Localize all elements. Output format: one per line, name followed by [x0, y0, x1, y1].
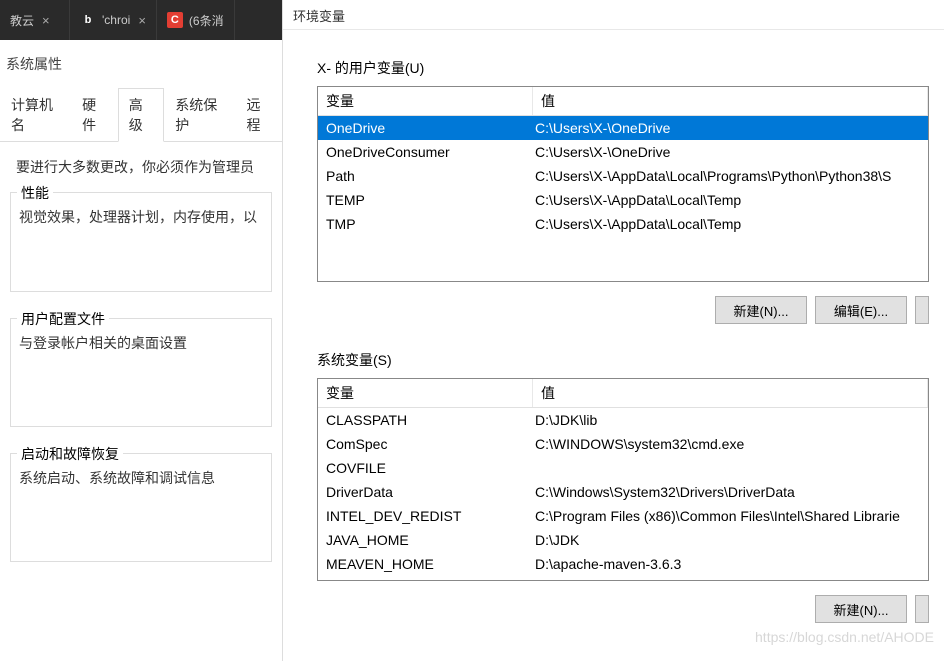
var-value: C:\Users\X-\AppData\Local\Temp	[533, 188, 928, 212]
system-vars-buttons: 新建(N)...	[317, 595, 929, 623]
group-startup-recovery: 启动和故障恢复 系统启动、系统故障和调试信息	[10, 453, 272, 562]
var-value: C:\WINDOWS\system32\cmd.exe	[533, 432, 928, 456]
var-value: D:\JDK\lib	[533, 408, 928, 432]
var-value: D:\apache-maven-3.6.3	[533, 552, 928, 576]
group-text: 系统启动、系统故障和调试信息	[19, 466, 263, 491]
var-name: COVFILE	[318, 456, 533, 480]
var-name: Path	[318, 164, 533, 188]
browser-tab[interactable]: b 'chroi ×	[70, 0, 157, 40]
tabs-row: 计算机名 硬件 高级 系统保护 远程	[0, 88, 282, 142]
admin-desc: 要进行大多数更改，你必须作为管理员	[16, 156, 272, 178]
edit-button[interactable]	[915, 595, 929, 623]
group-title: 启动和故障恢复	[17, 444, 123, 464]
list-header: 变量 值	[318, 379, 928, 408]
system-properties-dialog: 系统属性 计算机名 硬件 高级 系统保护 远程 要进行大多数更改，你必须作为管理…	[0, 40, 282, 661]
tab-system-protection[interactable]: 系统保护	[164, 88, 235, 142]
tab-content: 要进行大多数更改，你必须作为管理员 性能 视觉效果，处理器计划，内存使用，以 用…	[0, 142, 282, 598]
delete-button[interactable]	[915, 296, 929, 324]
list-item[interactable]: TMPC:\Users\X-\AppData\Local\Temp	[318, 212, 928, 236]
dialog-title: 环境变量	[283, 0, 944, 30]
list-item[interactable]: OneDriveC:\Users\X-\OneDrive	[318, 116, 928, 140]
close-icon[interactable]: ×	[138, 13, 146, 28]
tab-title: (6条消	[189, 12, 224, 29]
tab-title: 'chroi	[102, 13, 130, 27]
user-vars-buttons: 新建(N)... 编辑(E)...	[317, 296, 929, 324]
list-item[interactable]: CLASSPATHD:\JDK\lib	[318, 408, 928, 432]
list-item[interactable]: PathC:\Users\X-\AppData\Local\Programs\P…	[318, 164, 928, 188]
browser-tab[interactable]: C (6条消	[157, 0, 235, 40]
var-value: C:\Users\X-\AppData\Local\Programs\Pytho…	[533, 164, 928, 188]
column-header-name[interactable]: 变量	[318, 87, 533, 115]
list-item[interactable]: OneDriveConsumerC:\Users\X-\OneDrive	[318, 140, 928, 164]
group-text: 视觉效果，处理器计划，内存使用，以	[19, 205, 263, 230]
var-name: CLASSPATH	[318, 408, 533, 432]
list-item[interactable]: TEMPC:\Users\X-\AppData\Local\Temp	[318, 188, 928, 212]
new-button[interactable]: 新建(N)...	[815, 595, 907, 623]
var-name: MEAVEN_HOME	[318, 552, 533, 576]
group-user-profile: 用户配置文件 与登录帐户相关的桌面设置	[10, 318, 272, 427]
tab-hardware[interactable]: 硬件	[71, 88, 118, 142]
new-button[interactable]: 新建(N)...	[715, 296, 807, 324]
group-title: 性能	[17, 183, 53, 203]
group-title: 用户配置文件	[17, 309, 109, 329]
var-name: ComSpec	[318, 432, 533, 456]
var-value: -Xms128m -Xmx512m	[533, 576, 928, 581]
group-text: 与登录帐户相关的桌面设置	[19, 331, 263, 356]
csdn-icon: C	[167, 12, 183, 28]
browser-tab[interactable]: 教云 ×	[0, 0, 70, 40]
list-item[interactable]: JAVA_HOMED:\JDK	[318, 528, 928, 552]
var-name: OneDriveConsumer	[318, 140, 533, 164]
var-name: MEAVEN_OPTS	[318, 576, 533, 581]
system-vars-label: 系统变量(S)	[317, 350, 944, 370]
tab-title: 教云	[10, 12, 34, 29]
var-value: C:\Windows\System32\Drivers\DriverData	[533, 480, 928, 504]
tab-remote[interactable]: 远程	[235, 88, 282, 142]
list-item[interactable]: DriverDataC:\Windows\System32\Drivers\Dr…	[318, 480, 928, 504]
var-value: C:\Users\X-\AppData\Local\Temp	[533, 212, 928, 236]
var-name: DriverData	[318, 480, 533, 504]
edit-button[interactable]: 编辑(E)...	[815, 296, 907, 324]
var-name: TEMP	[318, 188, 533, 212]
list-item[interactable]: MEAVEN_OPTS-Xms128m -Xmx512m	[318, 576, 928, 581]
bing-icon: b	[80, 12, 96, 28]
var-value: D:\JDK	[533, 528, 928, 552]
var-name: OneDrive	[318, 116, 533, 140]
var-value: C:\Users\X-\OneDrive	[533, 116, 928, 140]
dialog-title: 系统属性	[0, 40, 282, 88]
user-vars-listbox[interactable]: 变量 值 OneDriveC:\Users\X-\OneDriveOneDriv…	[317, 86, 929, 282]
var-name: JAVA_HOME	[318, 528, 533, 552]
watermark: https://blog.csdn.net/AHODE	[755, 629, 934, 645]
tab-computer-name[interactable]: 计算机名	[0, 88, 71, 142]
var-name: INTEL_DEV_REDIST	[318, 504, 533, 528]
system-vars-listbox[interactable]: 变量 值 CLASSPATHD:\JDK\libComSpecC:\WINDOW…	[317, 378, 929, 581]
column-header-name[interactable]: 变量	[318, 379, 533, 407]
user-vars-label: X- 的用户变量(U)	[317, 58, 944, 78]
column-header-value[interactable]: 值	[533, 379, 928, 407]
list-header: 变量 值	[318, 87, 928, 116]
list-item[interactable]: ComSpecC:\WINDOWS\system32\cmd.exe	[318, 432, 928, 456]
tab-advanced[interactable]: 高级	[118, 88, 165, 142]
environment-variables-dialog: 环境变量 X- 的用户变量(U) 变量 值 OneDriveC:\Users\X…	[282, 0, 944, 661]
column-header-value[interactable]: 值	[533, 87, 928, 115]
var-name: TMP	[318, 212, 533, 236]
list-item[interactable]: INTEL_DEV_REDISTC:\Program Files (x86)\C…	[318, 504, 928, 528]
group-performance: 性能 视觉效果，处理器计划，内存使用，以	[10, 192, 272, 291]
list-item[interactable]: MEAVEN_HOMED:\apache-maven-3.6.3	[318, 552, 928, 576]
var-value: C:\Users\X-\OneDrive	[533, 140, 928, 164]
var-value: C:\Program Files (x86)\Common Files\Inte…	[533, 504, 928, 528]
var-value	[533, 456, 928, 480]
list-item[interactable]: COVFILE	[318, 456, 928, 480]
close-icon[interactable]: ×	[42, 13, 50, 28]
